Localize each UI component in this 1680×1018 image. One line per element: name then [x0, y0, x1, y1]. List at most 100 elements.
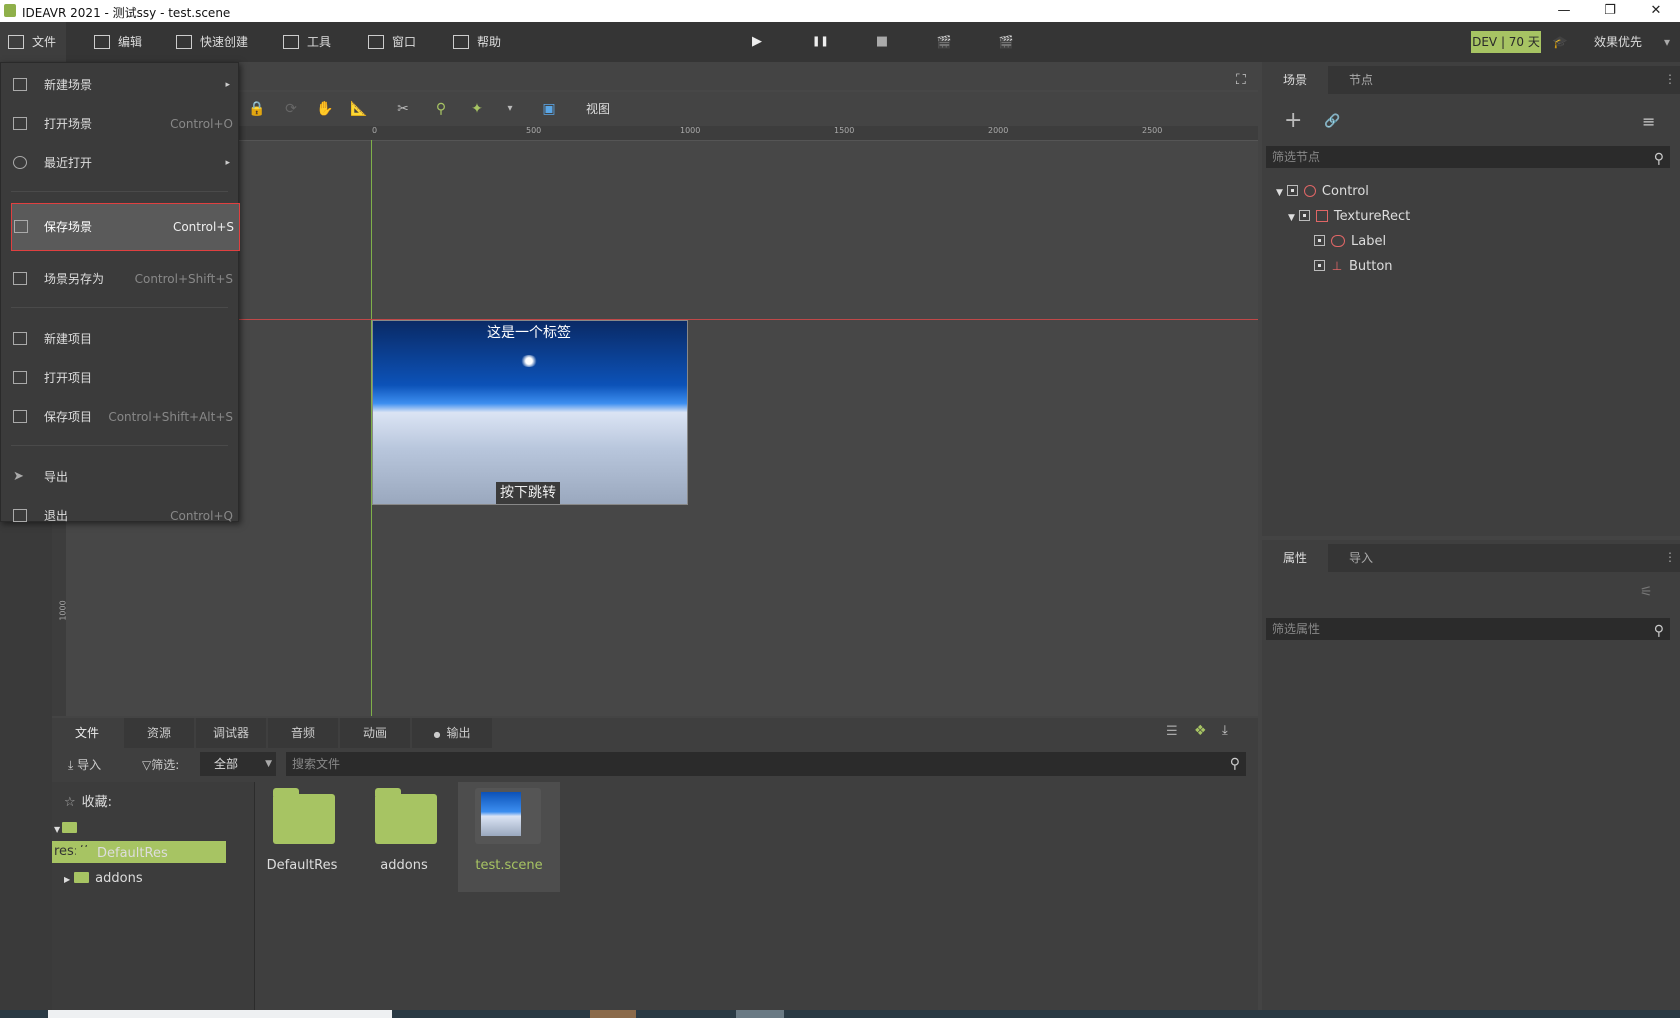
graduation-cap-icon[interactable]: 🎓: [1552, 34, 1568, 50]
menu-item-save-project[interactable]: 保存项目 Control+Shift+Alt+S: [1, 399, 238, 435]
collapse-arrow-icon[interactable]: ▼: [1288, 213, 1295, 223]
help-book-icon: [453, 34, 469, 49]
import-button[interactable]: ⤓ 导入: [68, 756, 101, 773]
stop-icon[interactable]: ■: [874, 34, 890, 50]
filter-nodes-input[interactable]: 筛选节点 ⚲: [1266, 146, 1670, 168]
lock-icon[interactable]: 🔒: [248, 100, 266, 118]
search-files-input[interactable]: 搜索文件 ⚲: [286, 752, 1246, 776]
file-item-addons[interactable]: addons: [358, 782, 450, 892]
menu-edit-label: 编辑: [118, 35, 143, 49]
menu-file[interactable]: 文件: [0, 22, 66, 62]
pause-icon[interactable]: ❚❚: [812, 34, 829, 50]
ruler-icon[interactable]: 📐: [350, 100, 368, 118]
menu-item-new-scene[interactable]: 新建场景 ▸: [1, 67, 238, 103]
menu-quick-create[interactable]: 快速创建: [176, 22, 248, 62]
filter-properties-input[interactable]: 筛选属性 ⚲: [1266, 618, 1670, 640]
tab-resources[interactable]: 资源: [124, 718, 194, 748]
menu-item-label: 场景另存为: [44, 272, 105, 286]
visibility-toggle-icon[interactable]: [1298, 210, 1310, 221]
dev-badge: DEV | 70 天: [1471, 31, 1541, 53]
settings-sliders-icon[interactable]: ⚟: [1640, 584, 1653, 600]
link-icon[interactable]: 🔗: [1324, 114, 1340, 129]
more-vertical-icon[interactable]: ⋮: [1664, 550, 1676, 564]
rotate-icon[interactable]: ⟳: [282, 100, 300, 118]
pan-hand-icon[interactable]: ✋: [316, 100, 334, 118]
list-view-icon[interactable]: ☰: [1166, 724, 1178, 739]
tab-scene[interactable]: 场景: [1262, 66, 1328, 94]
filter-nodes-placeholder: 筛选节点: [1272, 150, 1321, 164]
menu-help[interactable]: 帮助: [453, 22, 501, 62]
chevron-down-icon: ▼: [265, 759, 272, 769]
taskbar-item[interactable]: [736, 1010, 784, 1018]
snap-dropdown-icon[interactable]: ▾: [501, 100, 519, 118]
tab-audio[interactable]: 音频: [268, 718, 338, 748]
tab-files[interactable]: 文件: [52, 718, 122, 748]
node-label: Label: [1351, 234, 1387, 249]
play-scene-icon[interactable]: 🎬: [936, 34, 952, 50]
tree-node-texturerect[interactable]: ▼ TextureRect: [1288, 206, 1410, 228]
snap-grid-icon[interactable]: ✦: [468, 100, 486, 118]
tab-node[interactable]: 节点: [1328, 66, 1394, 94]
menu-item-open-project[interactable]: 打开项目: [1, 360, 238, 396]
tab-import[interactable]: 导入: [1328, 544, 1394, 572]
tab-debugger[interactable]: 调试器: [196, 718, 266, 748]
tree-root-res[interactable]: ▼res://: [52, 818, 252, 863]
menu-window[interactable]: 窗口: [368, 22, 416, 62]
fullscreen-icon[interactable]: ⛶: [1236, 72, 1246, 88]
chevron-down-icon[interactable]: ▾: [1664, 22, 1670, 62]
tab-output[interactable]: ● 输出: [412, 718, 492, 748]
tab-animation[interactable]: 动画: [340, 718, 410, 748]
menu-item-new-project[interactable]: 新建项目: [1, 321, 238, 357]
menu-item-export[interactable]: ➤ 导出: [1, 459, 238, 495]
play-icon[interactable]: ▶: [749, 34, 765, 50]
taskbar-item[interactable]: [590, 1010, 636, 1018]
menu-item-quit[interactable]: 退出 Control+Q: [1, 498, 238, 534]
visibility-toggle-icon[interactable]: [1314, 260, 1325, 271]
menu-item-recent[interactable]: 最近打开 ▸: [1, 145, 238, 181]
menu-item-shortcut: Control+Q: [170, 509, 233, 523]
favorites-row[interactable]: ☆ 收藏:: [64, 792, 112, 814]
collapse-arrow-icon[interactable]: ▼: [54, 825, 60, 834]
tree-item-addons[interactable]: ▶ addons: [64, 868, 143, 890]
tree-node-label[interactable]: Label: [1314, 231, 1386, 253]
collapse-arrow-icon[interactable]: ▼: [1276, 188, 1283, 198]
view-menu[interactable]: 视图: [578, 100, 618, 118]
title-bar: IDEAVR 2021 - 测试ssy - test.scene — ❐ ✕: [0, 0, 1680, 22]
visibility-toggle-icon[interactable]: [1314, 235, 1325, 246]
file-item-test-scene[interactable]: test.scene: [458, 782, 560, 892]
visibility-toggle-icon[interactable]: [1286, 185, 1298, 196]
menu-item-save-scene-as[interactable]: 场景另存为 Control+Shift+S: [1, 261, 238, 297]
scene-button[interactable]: 按下跳转: [496, 482, 560, 504]
tree-item-defaultres[interactable]: DefaultRes: [76, 843, 168, 865]
tree-node-button[interactable]: ⊥ Button: [1314, 256, 1393, 278]
restore-button[interactable]: ❐: [1587, 0, 1633, 22]
star-icon: ☆: [64, 795, 76, 810]
skeleton-icon[interactable]: ✂: [394, 100, 412, 118]
menu-item-open-scene[interactable]: 打开场景 Control+O: [1, 106, 238, 142]
dot-icon: ●: [433, 730, 441, 739]
download-icon[interactable]: ⤓: [1222, 723, 1228, 738]
folder-icon: [74, 872, 90, 883]
menu-tools[interactable]: 工具: [283, 22, 331, 62]
play-custom-scene-icon[interactable]: 🎬: [998, 34, 1014, 50]
filter-select[interactable]: 全部 ▼: [200, 752, 276, 776]
expand-arrow-icon[interactable]: ▶: [64, 875, 70, 884]
quality-select[interactable]: 效果优先: [1594, 22, 1642, 62]
file-item-defaultres[interactable]: DefaultRes: [256, 782, 348, 892]
texture-rect[interactable]: [372, 320, 688, 505]
menu-item-save-scene[interactable]: 保存场景 Control+S: [11, 203, 240, 251]
tab-properties[interactable]: 属性: [1262, 544, 1328, 572]
tree-node-control[interactable]: ▼ Control: [1276, 181, 1369, 203]
tree-item-label: addons: [95, 871, 143, 886]
close-button[interactable]: ✕: [1633, 0, 1679, 22]
scene-label[interactable]: 这是一个标签: [372, 322, 686, 342]
taskbar-item[interactable]: [48, 1010, 392, 1018]
more-vertical-icon[interactable]: ⋮: [1664, 72, 1676, 86]
list-menu-icon[interactable]: ≡: [1642, 112, 1655, 131]
snap-magnet-icon[interactable]: ⚲: [432, 100, 450, 118]
menu-edit[interactable]: 编辑: [94, 22, 142, 62]
camera-icon[interactable]: ▣: [540, 100, 558, 118]
add-node-icon[interactable]: +: [1284, 108, 1302, 133]
grid-view-icon[interactable]: ❖: [1194, 723, 1207, 739]
minimize-button[interactable]: —: [1541, 0, 1587, 22]
